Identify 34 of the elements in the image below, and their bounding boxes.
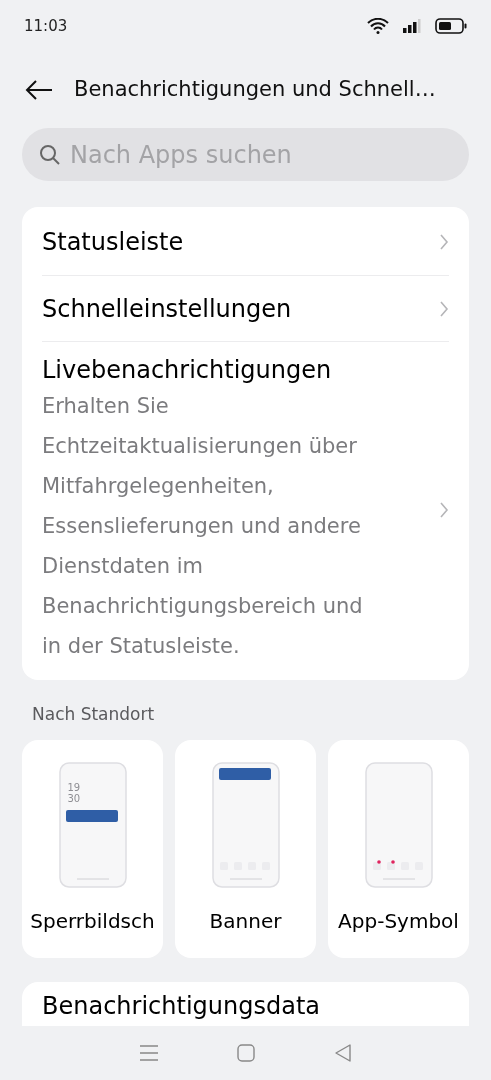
phone-illustration-icon (364, 761, 433, 888)
wifi-icon (367, 18, 389, 34)
settings-row[interactable]: Statusleiste (42, 209, 449, 275)
settings-title: Benachrichtigungsdata (42, 991, 321, 1020)
section-label: Nach Standort (31, 703, 156, 726)
settings-row[interactable]: Schnelleinstellungen (42, 275, 449, 341)
clock-digits: 19 (67, 781, 81, 793)
search-icon (38, 142, 62, 167)
chevron-right-icon (439, 299, 449, 318)
back-icon[interactable] (333, 1043, 352, 1062)
style-card[interactable]: Banner (175, 739, 316, 958)
search-field[interactable]: Nach Apps suchen (70, 136, 453, 173)
style-label: Sperrbildsch (30, 907, 155, 935)
signal-icon (403, 19, 421, 33)
settings-row[interactable]: Livebenachrichtigungen Erhalten Sie Echtzeitaktualisierungen über Mitfahrgelegenheiten, Essenslieferungen und andere Dienstdaten im Benachrichtigungsbereich und in der Statusleiste. (42, 341, 449, 678)
style-label: App-Symbol (338, 907, 459, 935)
phone-illustration-icon (58, 761, 127, 888)
chevron-right-icon (439, 501, 449, 519)
phone-illustration-icon (211, 761, 280, 888)
home-icon[interactable] (237, 1043, 256, 1062)
clock: 11:03 (24, 15, 68, 37)
chevron-right-icon (439, 233, 449, 251)
page-title: Benachrichtigungen und Schnell… (74, 76, 436, 104)
settings-title: Statusleiste (42, 227, 185, 258)
style-card[interactable]: App-Symbol (328, 739, 469, 958)
search-bar[interactable]: Nach Apps suchen (22, 128, 469, 181)
style-card[interactable]: 19 30 Sperrbildsch (22, 739, 163, 958)
clock-digits: 30 (67, 792, 81, 804)
battery-icon (435, 18, 467, 34)
settings-title: Schnelleinstellungen (42, 293, 293, 325)
settings-description: Erhalten Sie Echtzeitaktualisierungen über Mitfahrgelegenheiten, Essenslieferungen und andere Dienstdaten im Benachrichtigungsbereich und in der Statusleiste. (42, 393, 364, 660)
style-label: Banner (209, 907, 282, 935)
settings-title: Livebenachrichtigungen (42, 355, 333, 386)
menu-icon[interactable] (139, 1043, 160, 1062)
